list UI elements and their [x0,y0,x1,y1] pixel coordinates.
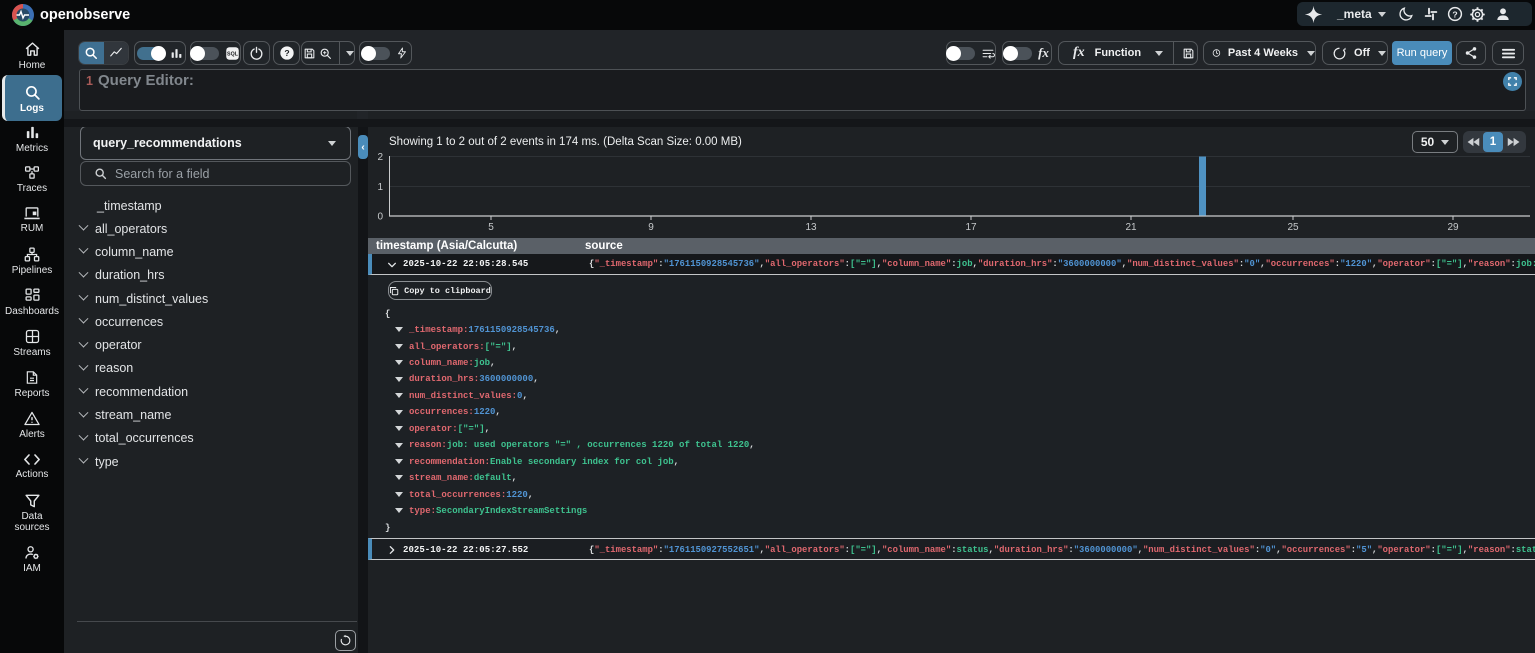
svg-text:25: 25 [1287,222,1299,233]
svg-text:17: 17 [965,222,977,233]
svg-text:5: 5 [488,222,494,233]
svg-text:2: 2 [377,152,383,163]
svg-text:9: 9 [648,222,654,233]
svg-text:?: ? [1452,9,1457,19]
svg-text:29: 29 [1447,222,1459,233]
svg-text:SQL: SQL [227,51,239,57]
svg-text:?: ? [284,48,289,58]
svg-text:13: 13 [805,222,817,233]
svg-text:1: 1 [377,182,383,193]
svg-text:21: 21 [1125,222,1137,233]
svg-text:0: 0 [377,212,383,223]
